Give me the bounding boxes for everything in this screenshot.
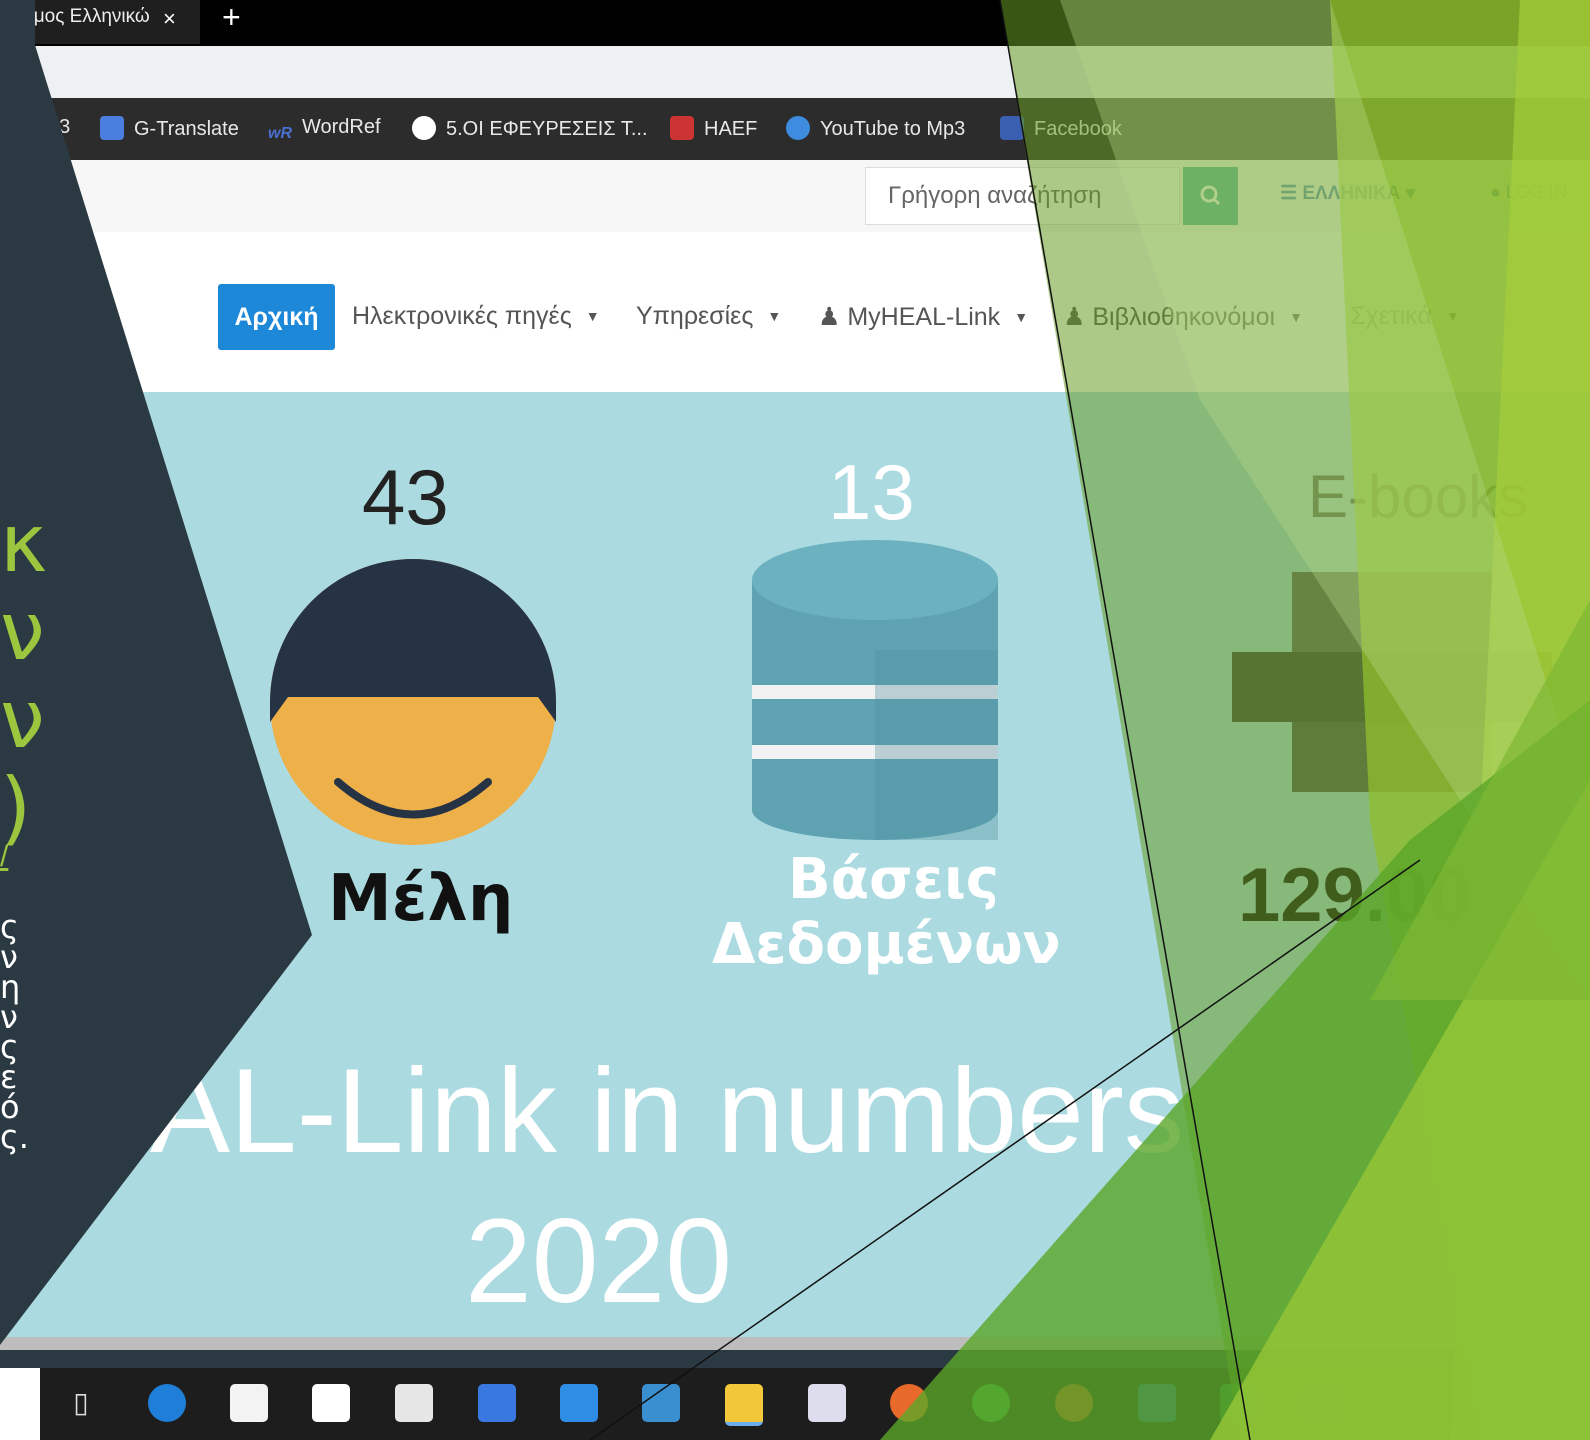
app2-icon[interactable] bbox=[1302, 1384, 1340, 1422]
greek-flag-icon: ☰ bbox=[1280, 183, 1303, 204]
databases-count: 13 bbox=[828, 448, 915, 536]
nav-electronic-sources[interactable]: Ηλεκτρονικές πηγές ▼ bbox=[352, 302, 600, 331]
word-icon[interactable] bbox=[1138, 1384, 1176, 1422]
login-link[interactable]: ● LOG IN bbox=[1490, 182, 1567, 203]
search-input[interactable]: Γρήγορη αναζήτηση bbox=[865, 167, 1180, 225]
mail-icon[interactable] bbox=[560, 1384, 598, 1422]
haef-icon bbox=[670, 116, 694, 140]
bookmark-facebook[interactable]: Facebook bbox=[1000, 116, 1122, 141]
user-icon: ♟ bbox=[1063, 303, 1093, 331]
ebooks-title: E-books bbox=[1308, 463, 1529, 530]
nav-myheal[interactable]: ♟ MyHEAL-Link ▼ bbox=[818, 302, 1028, 332]
slide-left-lines: ς ν η ν ς ε ό ς. bbox=[0, 908, 29, 1156]
users-icon: ♟ bbox=[818, 303, 848, 331]
user-icon: ● bbox=[1490, 182, 1506, 202]
bookmark-efeureseis[interactable]: 5.ΟΙ ΕΦΕΥΡΕΣΕΙΣ Τ... bbox=[412, 116, 648, 141]
members-label: Μέλη bbox=[328, 862, 514, 936]
caret-down-icon: ▼ bbox=[1289, 309, 1303, 325]
dropbox-icon[interactable] bbox=[395, 1384, 433, 1422]
search-button[interactable] bbox=[1183, 167, 1238, 225]
screenshot: σμος Ελληνικώ × + 03 G-Translate wRWordR… bbox=[0, 0, 1590, 1440]
slide-left-text: κ ν ν ) bbox=[0, 497, 48, 854]
caret-down-icon: ▼ bbox=[1445, 308, 1460, 324]
caret-down-icon: ▼ bbox=[1014, 309, 1029, 325]
bookmark-youtube-mp3[interactable]: YouTube to Mp3 bbox=[786, 116, 965, 141]
nav-librarians[interactable]: ♟ Βιβλιοθηκονόμοι ▼ bbox=[1063, 302, 1303, 332]
databases-label-1: Βάσεις bbox=[788, 847, 999, 912]
nav-services[interactable]: Υπηρεσίες ▼ bbox=[636, 302, 781, 331]
databases-label-2: Δεδομένων bbox=[712, 912, 1061, 977]
powerpoint-icon[interactable] bbox=[1055, 1384, 1093, 1422]
hero-year: 2020 bbox=[465, 1194, 732, 1328]
app-icon[interactable] bbox=[478, 1384, 516, 1422]
caret-down-icon: ▼ bbox=[767, 308, 782, 324]
excel-icon[interactable] bbox=[1220, 1384, 1258, 1422]
database-icon bbox=[752, 540, 998, 840]
slide-dark-panel bbox=[0, 0, 312, 1440]
caret-down-icon: ▼ bbox=[585, 308, 600, 324]
bookmark-haef[interactable]: HAEF bbox=[670, 116, 757, 141]
file-explorer-icon[interactable] bbox=[725, 1384, 763, 1426]
nav-about[interactable]: Σχετικά ▼ bbox=[1350, 302, 1460, 331]
members-count: 43 bbox=[362, 453, 449, 541]
snipping-icon[interactable] bbox=[808, 1384, 846, 1422]
slide-left-link[interactable]: / bbox=[0, 840, 8, 874]
facebook-icon bbox=[1000, 116, 1024, 140]
globe-icon bbox=[412, 116, 436, 140]
books-icon bbox=[1232, 572, 1552, 792]
download-cloud-icon bbox=[786, 116, 810, 140]
language-selector[interactable]: ☰ ΕΛΛΗΝΙΚΑ ▾ bbox=[1280, 182, 1415, 205]
firefox-icon[interactable] bbox=[890, 1384, 928, 1422]
ebooks-count: 129.00 bbox=[1238, 853, 1471, 938]
search-icon bbox=[1200, 185, 1221, 206]
chrome-icon[interactable] bbox=[972, 1384, 1010, 1422]
network-icon[interactable] bbox=[642, 1384, 680, 1422]
